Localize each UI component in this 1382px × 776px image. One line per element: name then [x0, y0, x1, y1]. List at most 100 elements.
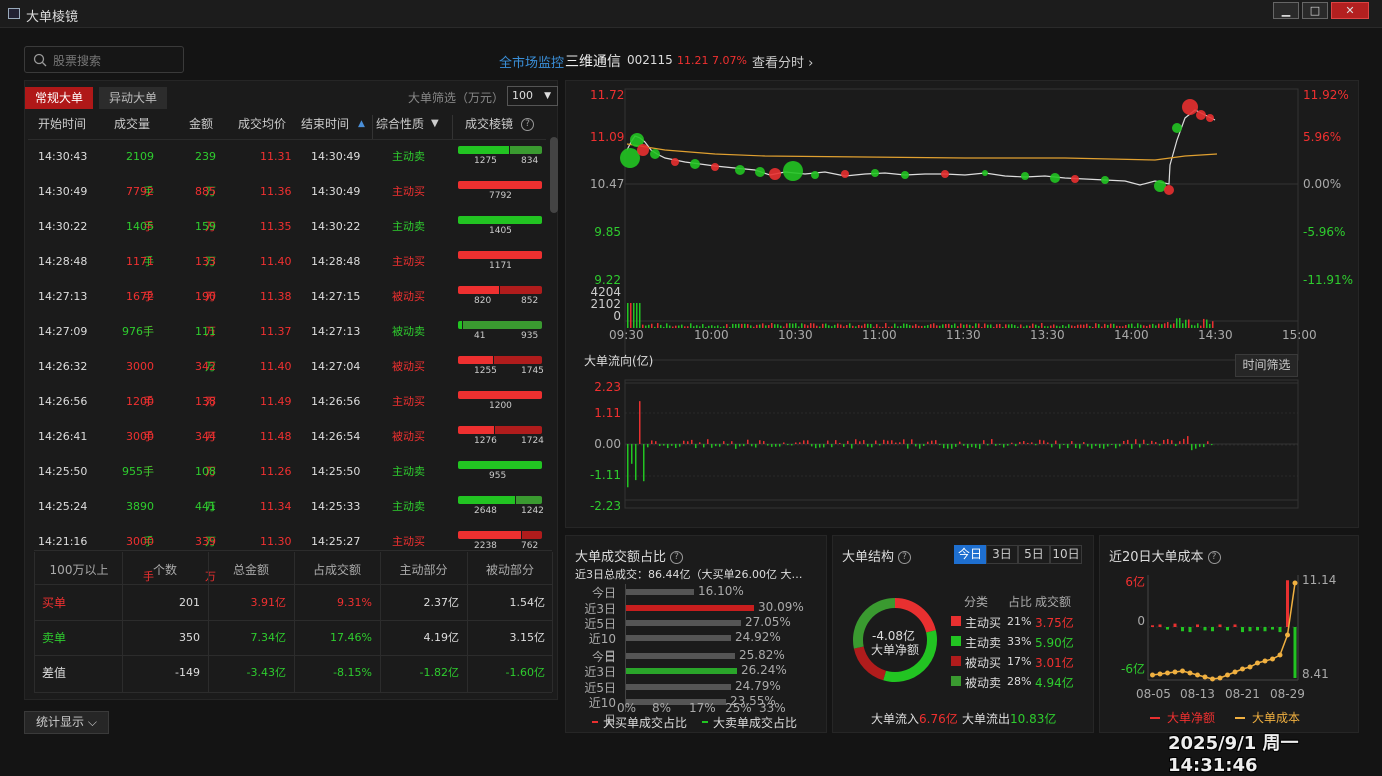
flow-bar [1019, 442, 1021, 444]
prism-bar [458, 286, 542, 294]
table-row[interactable]: 14:30:22 1405手 159万 11.35 14:30:22 主动卖 1405 [28, 209, 546, 244]
volume-bar [921, 326, 923, 328]
help-icon[interactable]: ? [521, 115, 534, 139]
sort-icon[interactable]: ▲ [358, 115, 365, 139]
col-amount[interactable]: 金额 [189, 115, 213, 139]
scrollbar-thumb[interactable] [550, 137, 558, 213]
table-row[interactable]: 14:28:48 1171手 133万 11.40 14:28:48 主动买 1171 [28, 244, 546, 279]
flow-bar [663, 444, 665, 446]
share-sell-bar [625, 653, 735, 659]
col-avg-price[interactable]: 成交均价 [238, 115, 286, 139]
cost-point [1278, 653, 1283, 658]
summary-row-label: 卖单 [42, 621, 66, 655]
flow-bar [1171, 440, 1173, 444]
flow-bar [1071, 441, 1073, 444]
volume-bar [645, 326, 647, 328]
structure-period-tab[interactable]: 5日 [1018, 545, 1050, 564]
flow-bar [691, 440, 693, 444]
prism-segment-b [522, 531, 542, 539]
volume-bar [903, 324, 905, 328]
flow-bar [1183, 439, 1185, 444]
prism-bar [458, 321, 542, 329]
flow-bar [731, 441, 733, 444]
table-row[interactable]: 14:30:43 2109手 239万 11.31 14:30:49 主动卖 1275 834 [28, 139, 546, 174]
table-row[interactable]: 14:26:41 3000手 344万 11.48 14:26:54 被动买 1276 172… [28, 419, 546, 454]
outflow-label: 大单流出 [962, 710, 1010, 727]
big-order-bubble [941, 170, 949, 178]
filter-select[interactable]: 100 ▼ [507, 86, 558, 106]
caret-down-icon[interactable]: ▼ [431, 115, 439, 139]
flow-bar [647, 444, 649, 447]
structure-period-tab[interactable]: 10日 [1050, 545, 1082, 564]
volume-bar [1173, 323, 1175, 328]
market-monitor-link[interactable]: 全市场监控 [499, 52, 564, 71]
start-time-cell: 14:25:50 [38, 454, 98, 489]
stats-display-button[interactable]: 统计显示 ⌵ [24, 711, 109, 734]
net-bar [1204, 627, 1207, 630]
big-order-bubble [735, 165, 745, 175]
flow-bar [1207, 441, 1209, 444]
tab-abnormal-orders[interactable]: 异动大单 [99, 87, 167, 109]
volume-bar [1167, 322, 1169, 328]
flow-bar [779, 444, 781, 447]
intraday-chart[interactable] [565, 80, 1359, 528]
help-icon[interactable]: ? [898, 551, 911, 564]
volume-bar [822, 324, 824, 328]
end-time-cell: 14:25:50 [311, 454, 371, 489]
structure-period-tab[interactable]: 3日 [986, 545, 1018, 564]
help-icon[interactable]: ? [670, 551, 683, 564]
col-nature[interactable]: 综合性质 [376, 115, 424, 139]
table-row[interactable]: 14:27:13 1672手 190万 11.38 14:27:15 被动买 820 852 [28, 279, 546, 314]
clock: 2025/9/1 周一 14:31:46 [1168, 729, 1382, 776]
table-row[interactable]: 14:25:24 3890手 441万 11.34 14:25:33 主动卖 2648 124… [28, 489, 546, 524]
share-buy-bar [625, 620, 741, 626]
flow-bar [1191, 444, 1193, 450]
volume-bar [1164, 323, 1166, 328]
cost-date-tick: 08-21 [1225, 687, 1260, 701]
help-icon[interactable]: ? [1208, 551, 1221, 564]
start-time-cell: 14:30:49 [38, 174, 98, 209]
volume-bar [735, 324, 737, 328]
prism-bar [458, 146, 542, 154]
volume-bar [765, 325, 767, 328]
share-buy-value: 30.09% [758, 600, 804, 614]
col-start-time[interactable]: 开始时间 [38, 115, 86, 139]
col-volume[interactable]: 成交量 [114, 115, 150, 139]
table-row[interactable]: 14:21:16 3000手 339万 11.30 14:25:27 主动买 2238 762 [28, 524, 546, 559]
volume-bar [843, 326, 845, 328]
volume-bar [1101, 327, 1103, 328]
stock-search-input[interactable]: 股票搜索 [24, 46, 184, 73]
volume-bar [1149, 325, 1151, 328]
close-button[interactable]: ✕ [1331, 2, 1369, 19]
table-row[interactable]: 14:30:49 7792手 885万 11.36 14:30:49 主动买 7792 [28, 174, 546, 209]
structure-item-name: 主动卖 [965, 634, 1001, 651]
share-x-tick: 25% [725, 701, 752, 715]
tab-regular-orders[interactable]: 常规大单 [25, 87, 93, 109]
col-end-time[interactable]: 结束时间 [301, 115, 349, 139]
structure-period-tab[interactable]: 今日 [954, 545, 986, 564]
table-row[interactable]: 14:26:56 1200手 138万 11.49 14:26:56 主动买 1200 [28, 384, 546, 419]
flow-title: 大单流向(亿) [584, 352, 653, 369]
share-x-tick: 33% [759, 701, 786, 715]
volume-bar [759, 325, 761, 328]
share-buy-value: 27.05% [745, 615, 791, 629]
col-prism[interactable]: 成交棱镜 [465, 115, 513, 139]
maximize-button[interactable]: □ [1302, 2, 1328, 19]
summary-active: -1.82亿 [380, 656, 459, 690]
table-row[interactable]: 14:27:09 976手 111万 11.37 14:27:13 被动卖 41 935 [28, 314, 546, 349]
minimize-button[interactable]: ▁ [1273, 2, 1299, 19]
volume-bar [1014, 325, 1016, 328]
flow-bar [1195, 444, 1197, 449]
flow-bar [775, 444, 777, 447]
volume-bar [753, 327, 755, 328]
table-row[interactable]: 14:26:32 3000手 342万 11.40 14:27:04 被动买 1255 174… [28, 349, 546, 384]
view-minute-link[interactable]: 查看分时 › [752, 52, 813, 71]
volume-bar [840, 325, 842, 328]
legend-buy-label: 大买单成交占比 [603, 714, 687, 731]
avg-price-cell: 11.30 [260, 524, 290, 559]
time-filter-button[interactable]: 时间筛选 [1235, 354, 1298, 377]
flow-bar [891, 440, 893, 444]
big-order-bubble [1206, 114, 1214, 122]
table-row[interactable]: 14:25:50 955手 108万 11.26 14:25:50 主动卖 955 [28, 454, 546, 489]
pct-tick: 11.92% [1303, 88, 1349, 102]
